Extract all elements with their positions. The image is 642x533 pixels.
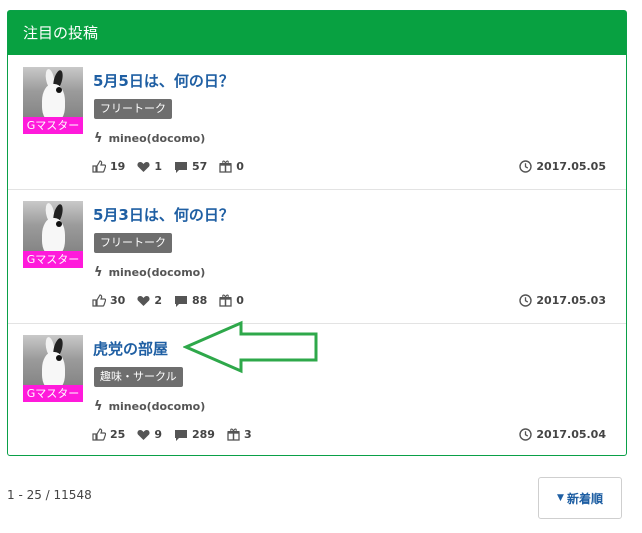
user-rank-badge: Gマスター (23, 251, 83, 268)
comment-icon (174, 429, 187, 441)
caret-down-icon: ▼ (557, 493, 564, 503)
thumbs-up-icon (92, 160, 106, 173)
post-date: 2017.05.03 (519, 294, 606, 307)
comment-count: 88 (174, 294, 207, 307)
post-item[interactable]: Gマスター 5月3日は、何の日？ フリートーク ϟ mineo(docomo) 3… (8, 190, 626, 324)
post-stats: 19 1 57 0 (92, 160, 256, 173)
heart-count: 9 (137, 428, 162, 441)
comment-count: 289 (174, 428, 215, 441)
heart-count: 2 (137, 294, 162, 307)
carrier-label: mineo(docomo) (108, 132, 206, 145)
carrier-label: mineo(docomo) (108, 400, 206, 413)
clock-icon (519, 428, 533, 441)
post-title-link[interactable]: 虎党の部屋 (93, 338, 168, 359)
like-count: 19 (92, 160, 125, 173)
heart-icon (137, 429, 150, 440)
comment-count: 57 (174, 160, 207, 173)
clock-icon (519, 294, 533, 307)
comment-icon (174, 161, 187, 173)
heart-count: 1 (137, 160, 162, 173)
gift-count: 3 (227, 428, 252, 441)
featured-posts-panel: 注目の投稿 Gマスター 5月5日は、何の日？ フリートーク ϟ mineo(doc… (7, 10, 627, 456)
thumbs-up-icon (92, 428, 106, 441)
post-stats: 30 2 88 0 (92, 294, 256, 307)
comment-icon (174, 295, 187, 307)
user-rank-badge: Gマスター (23, 117, 83, 134)
bolt-icon: ϟ (94, 131, 103, 146)
bolt-icon: ϟ (94, 399, 103, 414)
like-count: 30 (92, 294, 125, 307)
bolt-icon: ϟ (94, 265, 103, 280)
carrier-info: ϟ mineo(docomo) (94, 131, 205, 146)
post-item[interactable]: Gマスター 5月5日は、何の日？ フリートーク ϟ mineo(docomo) 1… (8, 56, 626, 190)
carrier-info: ϟ mineo(docomo) (94, 265, 205, 280)
carrier-info: ϟ mineo(docomo) (94, 399, 205, 414)
carrier-label: mineo(docomo) (108, 266, 206, 279)
post-stats: 25 9 289 3 (92, 428, 264, 441)
post-title-link[interactable]: 5月3日は、何の日？ (93, 204, 234, 225)
pagination-info: 1 - 25 / 11548 (7, 488, 92, 502)
post-date: 2017.05.04 (519, 428, 606, 441)
gift-icon (227, 428, 240, 441)
sort-label: 新着順 (566, 491, 603, 506)
gift-icon (219, 294, 232, 307)
category-tag[interactable]: 趣味・サークル (94, 367, 183, 387)
like-count: 25 (92, 428, 125, 441)
heart-icon (137, 161, 150, 172)
user-rank-badge: Gマスター (23, 385, 83, 402)
panel-title: 注目の投稿 (8, 11, 626, 55)
clock-icon (519, 160, 533, 173)
gift-count: 0 (219, 294, 244, 307)
thumbs-up-icon (92, 294, 106, 307)
annotation-arrow-icon (183, 320, 318, 374)
heart-icon (137, 295, 150, 306)
category-tag[interactable]: フリートーク (94, 233, 172, 253)
gift-count: 0 (219, 160, 244, 173)
gift-icon (219, 160, 232, 173)
category-tag[interactable]: フリートーク (94, 99, 172, 119)
post-date: 2017.05.05 (519, 160, 606, 173)
sort-dropdown-button[interactable]: ▼ 新着順 (538, 477, 622, 519)
post-title-link[interactable]: 5月5日は、何の日？ (93, 70, 234, 91)
